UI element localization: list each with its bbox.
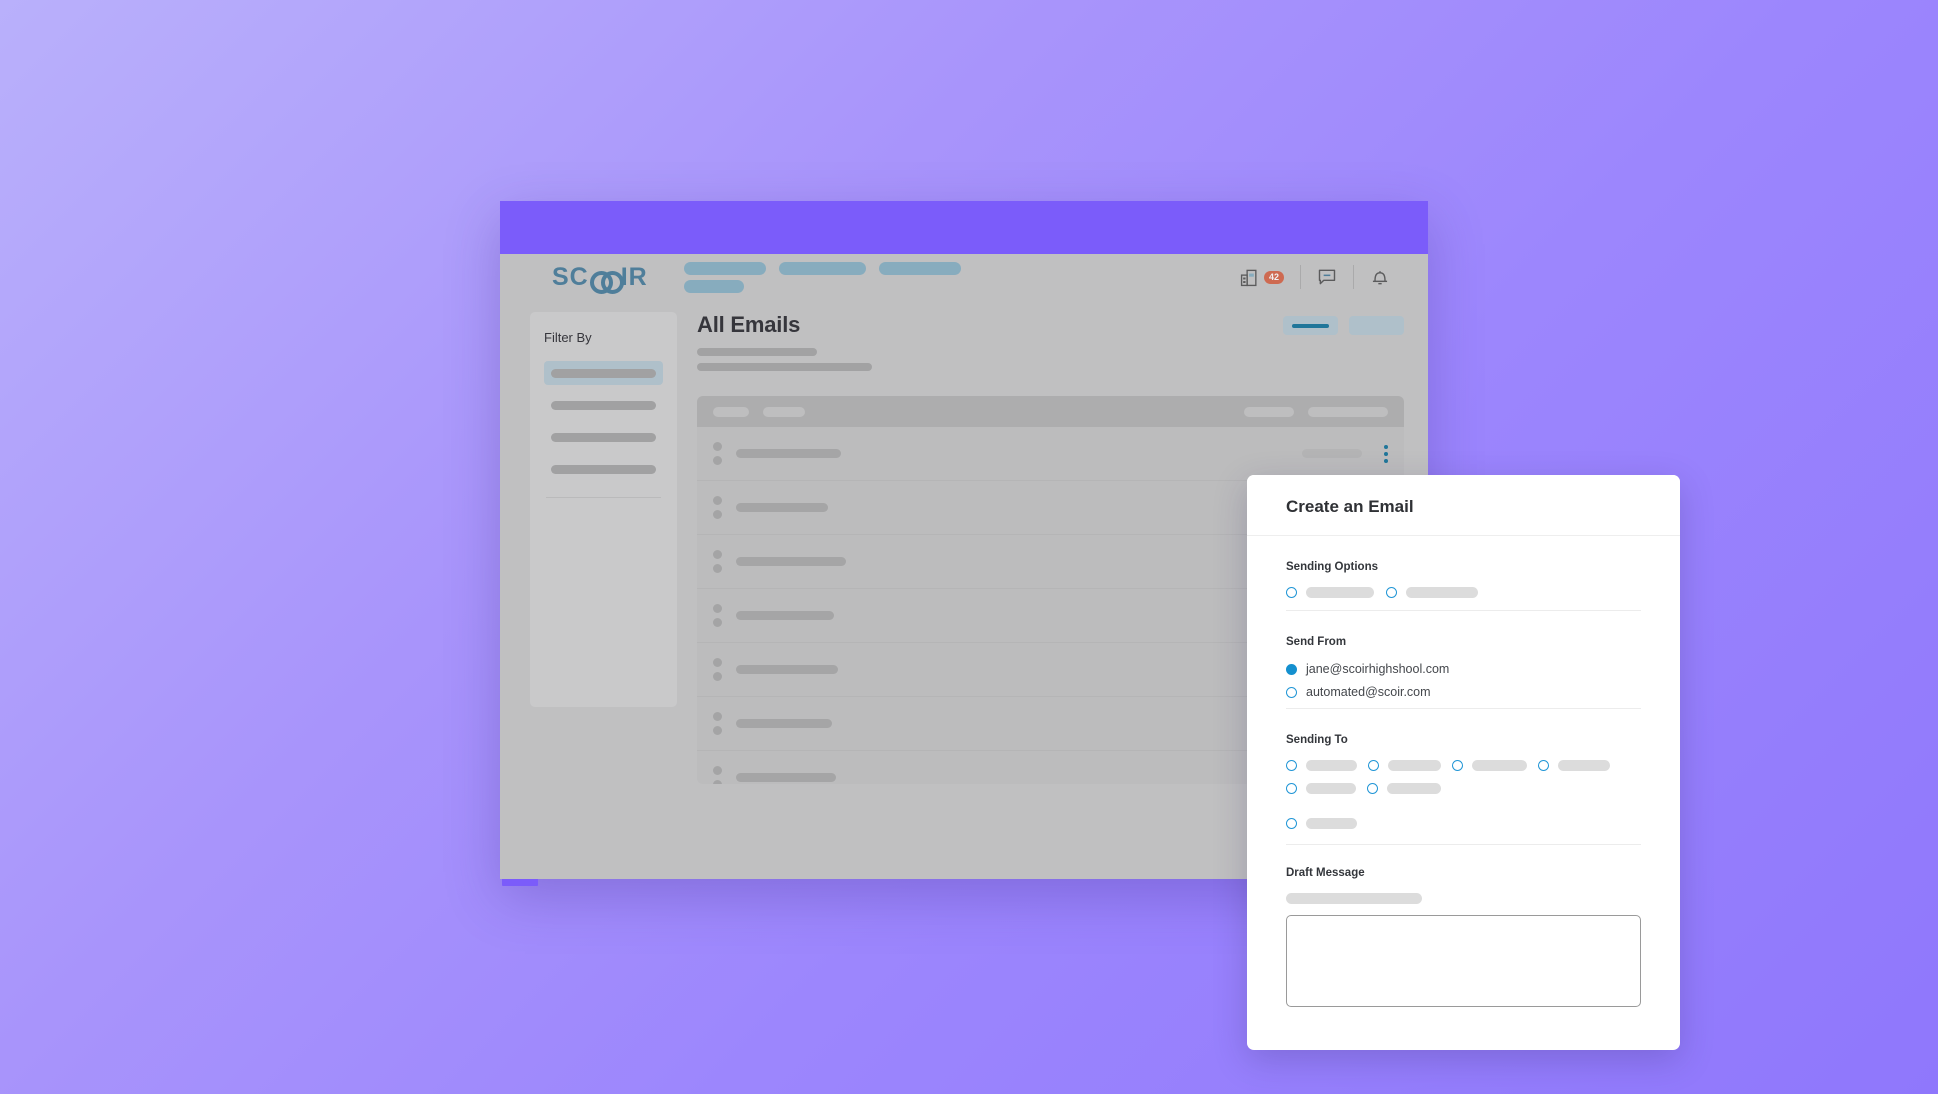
radio-icon[interactable] (1286, 686, 1297, 698)
modal-title: Create an Email (1286, 497, 1414, 516)
sending-to-option-2[interactable] (1368, 760, 1441, 771)
modal-body: Sending Options Send From jane@scoirhigh… (1247, 536, 1680, 1050)
send-from-option-1[interactable]: jane@scoirhighshool.com (1286, 662, 1641, 676)
sending-to-option-6[interactable] (1367, 783, 1441, 794)
draft-subject-skeleton (1286, 893, 1422, 904)
sending-to-option-7-label-skeleton (1306, 818, 1357, 829)
browser-window: SC IR 42 Filter By All Emails Create an … (500, 201, 1680, 1050)
draft-message-label: Draft Message (1286, 867, 1365, 879)
sending-options-section: Sending Options (1286, 536, 1641, 598)
sending-to-option-3[interactable] (1452, 760, 1527, 771)
sending-to-label: Sending To (1286, 734, 1348, 746)
radio-icon[interactable] (1286, 760, 1297, 771)
sending-to-option-1-label-skeleton (1306, 760, 1357, 771)
draft-message-section: Draft Message (1286, 844, 1641, 1012)
sending-to-option-2-label-skeleton (1388, 760, 1441, 771)
draft-message-textarea[interactable] (1286, 915, 1641, 1007)
sending-option-1[interactable] (1286, 587, 1374, 598)
sending-options-radio-group (1286, 587, 1641, 598)
radio-icon[interactable] (1452, 760, 1463, 771)
sending-to-radio-group (1286, 760, 1641, 829)
sending-option-2-label-skeleton (1406, 587, 1478, 598)
radio-icon[interactable] (1286, 818, 1297, 829)
send-from-option-2[interactable]: automated@scoir.com (1286, 685, 1641, 699)
sending-to-option-5[interactable] (1286, 783, 1356, 794)
send-from-option-2-label: automated@scoir.com (1306, 685, 1431, 699)
send-from-section: Send From jane@scoirhighshool.com automa… (1286, 610, 1641, 699)
sending-to-option-7[interactable] (1286, 818, 1357, 829)
radio-icon[interactable] (1367, 783, 1378, 794)
browser-chrome-bar[interactable] (500, 201, 1428, 254)
sending-options-label: Sending Options (1286, 561, 1378, 573)
sending-to-option-4-label-skeleton (1558, 760, 1610, 771)
sending-to-option-3-label-skeleton (1472, 760, 1527, 771)
sending-to-option-6-label-skeleton (1387, 783, 1441, 794)
sending-to-option-1[interactable] (1286, 760, 1357, 771)
sending-to-option-5-label-skeleton (1306, 783, 1356, 794)
sending-option-2[interactable] (1386, 587, 1478, 598)
sending-option-1-label-skeleton (1306, 587, 1374, 598)
radio-icon[interactable] (1286, 587, 1297, 598)
create-email-modal: Create an Email Sending Options Send Fro… (1247, 475, 1680, 1050)
radio-icon[interactable] (1386, 587, 1397, 598)
sending-to-option-4[interactable] (1538, 760, 1610, 771)
modal-header: Create an Email (1247, 475, 1680, 536)
radio-icon-selected[interactable] (1286, 663, 1297, 675)
send-from-option-1-label: jane@scoirhighshool.com (1306, 662, 1450, 676)
sending-to-section: Sending To (1286, 708, 1641, 829)
radio-icon[interactable] (1286, 783, 1297, 794)
radio-icon[interactable] (1538, 760, 1549, 771)
radio-icon[interactable] (1368, 760, 1379, 771)
send-from-label: Send From (1286, 636, 1347, 648)
